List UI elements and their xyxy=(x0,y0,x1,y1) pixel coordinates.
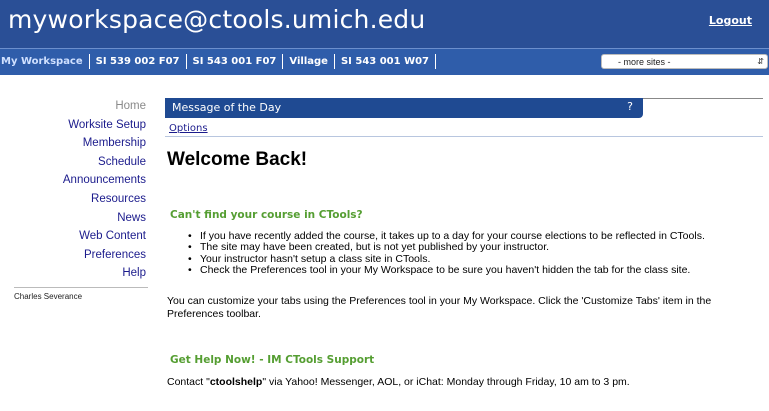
tool-menu-item-announcements[interactable]: Announcements xyxy=(63,171,146,190)
list-item: Check the Preferences tool in your My Wo… xyxy=(188,264,705,276)
support-subheading: Get Help Now! - IM CTools Support xyxy=(170,354,375,366)
tool-menu-item-news[interactable]: News xyxy=(63,209,146,228)
more-sites-select[interactable]: - more sites - ⇵ xyxy=(601,54,768,69)
tool-menu-item-worksite-setup[interactable]: Worksite Setup xyxy=(63,116,146,135)
course-help-list: If you have recently added the course, i… xyxy=(188,230,705,276)
tool-menu-item-home[interactable]: Home xyxy=(63,97,146,116)
tool-menu-item-resources[interactable]: Resources xyxy=(63,190,146,209)
presence-user: Charles Severance xyxy=(14,292,83,301)
im-handle: ctoolshelp xyxy=(209,376,263,388)
site-tabs-bar: My Workspace SI 539 002 F07 SI 543 001 F… xyxy=(0,48,769,75)
tab-divider xyxy=(435,54,437,69)
contact-suffix: " via Yahoo! Messenger, AOL, or iChat: M… xyxy=(262,376,630,388)
portlet-title: Message of the Day xyxy=(172,101,282,114)
tab-my-workspace[interactable]: My Workspace xyxy=(0,56,89,67)
more-sites-selected-value: - more sites - xyxy=(618,57,671,67)
ctools-page: myworkspace@ctools.umich.edu Logout My W… xyxy=(0,0,769,411)
course-help-subheading: Can't find your course in CTools? xyxy=(170,209,363,221)
welcome-heading: Welcome Back! xyxy=(167,149,308,170)
tab-village[interactable]: Village xyxy=(283,56,334,67)
toolbar-divider xyxy=(165,136,763,137)
list-item: The site may have been created, but is n… xyxy=(188,241,705,253)
tool-menu-item-preferences[interactable]: Preferences xyxy=(63,246,146,265)
tool-menu-item-schedule[interactable]: Schedule xyxy=(63,153,146,172)
logout-link[interactable]: Logout xyxy=(709,14,752,27)
tool-menu-item-web-content[interactable]: Web Content xyxy=(63,227,146,246)
tool-menu: Home Worksite Setup Membership Schedule … xyxy=(63,97,146,283)
options-link[interactable]: Options xyxy=(169,123,208,134)
site-header: myworkspace@ctools.umich.edu Logout xyxy=(0,0,769,48)
tab-si-539-002-f07[interactable]: SI 539 002 F07 xyxy=(90,56,186,67)
tab-si-543-001-f07[interactable]: SI 543 001 F07 xyxy=(187,56,283,67)
presence-list: Charles Severance xyxy=(14,287,148,301)
tab-si-543-001-w07[interactable]: SI 543 001 W07 xyxy=(335,56,435,67)
support-contact-text: Contact "ctoolshelp" via Yahoo! Messenge… xyxy=(167,376,630,388)
site-tabs: My Workspace SI 539 002 F07 SI 543 001 F… xyxy=(0,54,437,69)
tool-menu-item-membership[interactable]: Membership xyxy=(63,134,146,153)
site-title: myworkspace@ctools.umich.edu xyxy=(8,5,426,34)
tool-menu-item-help[interactable]: Help xyxy=(63,264,146,283)
select-arrows-icon: ⇵ xyxy=(757,57,764,66)
portlet-title-bar: Message of the Day ? xyxy=(165,98,643,118)
customize-tabs-paragraph: You can customize your tabs using the Pr… xyxy=(167,295,712,320)
help-icon[interactable]: ? xyxy=(627,100,633,113)
title-rule xyxy=(643,98,763,99)
contact-prefix: Contact " xyxy=(167,376,210,388)
